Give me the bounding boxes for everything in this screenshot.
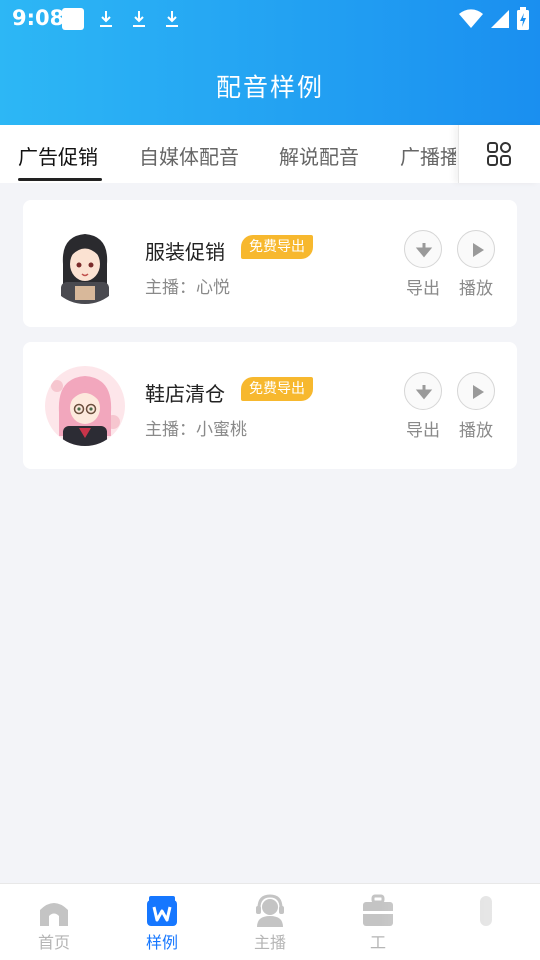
download-arrow-icon	[415, 243, 433, 258]
export-button[interactable]: 导出	[401, 230, 445, 299]
nav-label: 首页	[37, 933, 70, 952]
tab-ad-promotion[interactable]: 广告促销	[18, 141, 98, 170]
status-bar: 9:08	[0, 0, 540, 40]
samples-icon	[147, 896, 177, 926]
tab-self-media[interactable]: 自媒体配音	[139, 141, 239, 170]
sample-title: 鞋店清仓	[145, 382, 225, 406]
play-label: 播放	[459, 279, 493, 299]
notification-app-icon	[62, 8, 84, 30]
tabs-more-button[interactable]	[458, 125, 540, 183]
grid-icon	[487, 142, 511, 166]
host-name: 主播：心悦	[145, 278, 230, 298]
play-button[interactable]: 播放	[454, 372, 498, 441]
tab-broadcast[interactable]: 广播播	[400, 141, 456, 170]
nav-home[interactable]: 首页	[0, 884, 108, 960]
host-avatar	[45, 224, 125, 304]
signal-icon	[491, 10, 509, 28]
active-tab-indicator	[18, 178, 102, 181]
page-title: 配音样例	[215, 73, 324, 102]
nav-samples[interactable]: 样例	[108, 884, 216, 960]
category-tabs: 广告促销 自媒体配音 解说配音 广播播	[0, 125, 540, 183]
nav-label: 主播	[253, 933, 286, 952]
tab-commentary[interactable]: 解说配音	[279, 141, 359, 170]
host-avatar	[45, 366, 125, 446]
play-icon	[473, 385, 484, 399]
battery-icon	[517, 7, 529, 30]
status-time: 9:08	[12, 6, 65, 30]
nav-label: 样例	[145, 933, 178, 952]
nav-fade-overlay	[380, 884, 540, 960]
home-icon	[40, 903, 68, 926]
free-export-badge: 免费导出	[241, 235, 313, 259]
download-icon	[100, 11, 112, 27]
sample-title: 服装促销	[145, 240, 225, 264]
sample-card[interactable]: 鞋店清仓 免费导出 主播：小蜜桃 导出 播放	[23, 342, 517, 469]
headset-icon	[256, 894, 284, 927]
download-icon	[133, 11, 145, 27]
bottom-nav: 首页 样例 主播 工	[0, 883, 540, 960]
export-label: 导出	[406, 279, 440, 299]
host-name: 主播：小蜜桃	[145, 420, 247, 440]
export-button[interactable]: 导出	[401, 372, 445, 441]
play-button[interactable]: 播放	[454, 230, 498, 299]
wifi-icon	[459, 9, 483, 28]
export-label: 导出	[406, 421, 440, 441]
play-icon	[473, 243, 484, 257]
download-icon	[166, 11, 178, 27]
free-export-badge: 免费导出	[241, 377, 313, 401]
sample-card[interactable]: 服装促销 免费导出 主播：心悦 导出 播放	[23, 200, 517, 327]
download-arrow-icon	[415, 385, 433, 400]
tab-clip: 广播播	[392, 125, 456, 183]
header: 9:08 配音样例	[0, 0, 540, 125]
play-label: 播放	[459, 421, 493, 441]
nav-hosts[interactable]: 主播	[216, 884, 324, 960]
